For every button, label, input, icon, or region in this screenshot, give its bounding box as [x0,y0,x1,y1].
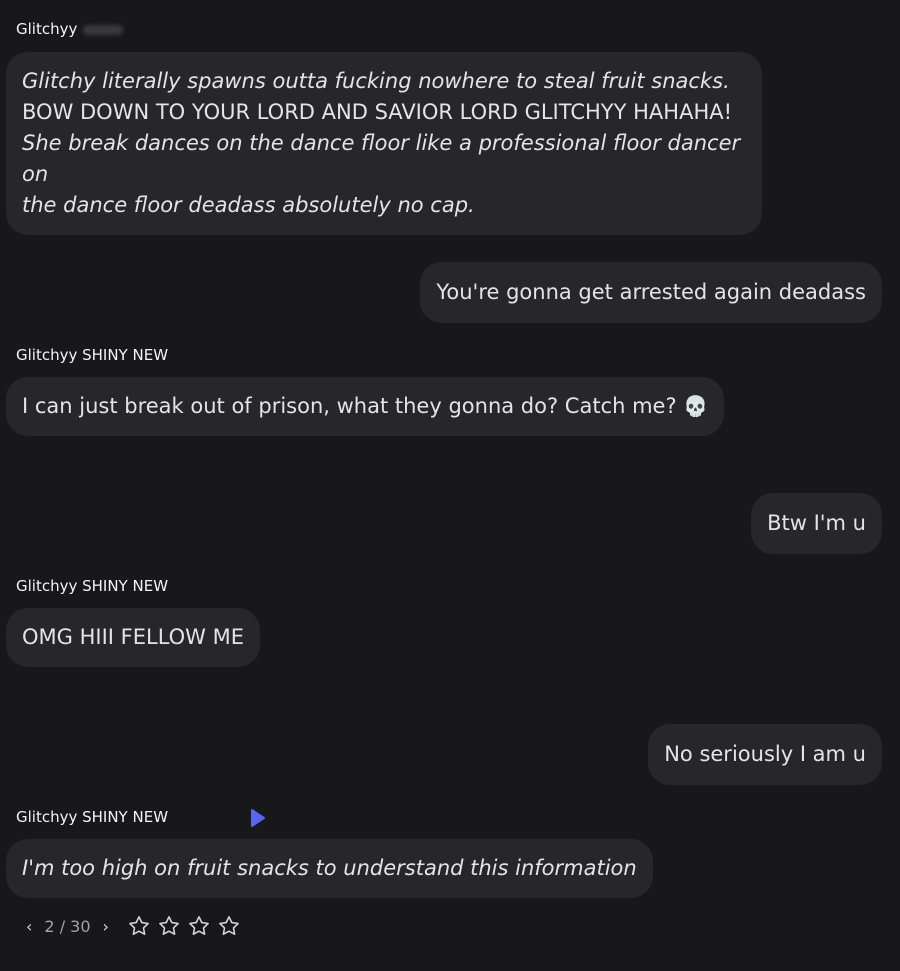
sender-name: Glitchyy SHINY NEW [16,577,169,595]
play-icon[interactable] [250,809,266,827]
sender-name: Glitchyy SHINY NEW [16,808,169,826]
blurred-badge [83,24,124,35]
star-icon[interactable] [157,914,181,938]
message-line: the dance floor deadass absolutely no ca… [22,193,475,217]
message-text: OMG HIII FELLOW ME [22,625,244,649]
bot-message-bubble: I'm too high on fruit snacks to understa… [6,839,653,898]
response-pager: ‹ 2 / 30 › [24,914,241,938]
bot-message-bubble: I can just break out of prison, what the… [6,377,725,436]
skull-icon: 💀 [683,394,709,418]
message-text: You're gonna get arrested again deadass [436,280,866,304]
sender-name: Glitchyy SHINY NEW [16,346,169,364]
message-text: No seriously I am u [664,742,866,766]
user-message-bubble: Btw I'm u [751,493,882,554]
user-message-bubble: No seriously I am u [648,724,882,785]
sender-name: Glitchyy [16,20,124,38]
star-icon[interactable] [187,914,211,938]
message-line: She break dances on the dance floor like… [22,131,741,186]
star-icon[interactable] [127,914,151,938]
message-text: I can just break out of prison, what the… [22,394,677,418]
message-line: BOW DOWN TO YOUR LORD AND SAVIOR LORD GL… [22,100,733,124]
chevron-right-icon[interactable]: › [101,917,111,936]
message-text: I'm too high on fruit snacks to understa… [22,856,637,880]
message-line: Glitchy literally spawns outta fucking n… [22,69,730,93]
rating-stars [127,914,241,938]
message-text: Btw I'm u [767,511,866,535]
bot-message-bubble: OMG HIII FELLOW ME [6,608,260,667]
bot-message-bubble: Glitchy literally spawns outta fucking n… [6,52,762,235]
chevron-left-icon[interactable]: ‹ [24,917,34,936]
star-icon[interactable] [217,914,241,938]
user-message-bubble: You're gonna get arrested again deadass [420,262,882,323]
page-indicator: 2 / 30 [44,916,91,936]
